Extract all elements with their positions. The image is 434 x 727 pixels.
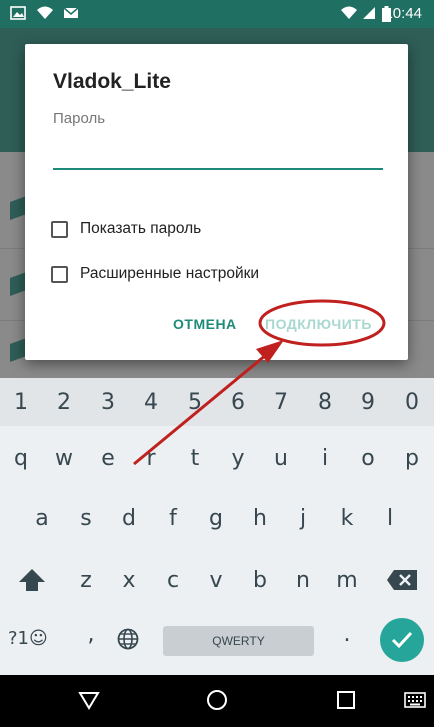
key-j[interactable]: j (288, 506, 318, 531)
done-key[interactable] (380, 618, 424, 662)
key-d[interactable]: d (114, 506, 144, 531)
show-password-label: Показать пароль (80, 220, 202, 237)
key-g[interactable]: g (201, 506, 231, 531)
back-icon[interactable] (78, 689, 100, 711)
checkmark-icon (391, 631, 413, 649)
key-4[interactable]: 4 (136, 390, 166, 415)
key-x[interactable]: x (114, 568, 144, 593)
key-r[interactable]: r (136, 446, 166, 471)
backspace-key-icon[interactable] (386, 569, 418, 591)
key-n[interactable]: n (288, 568, 318, 593)
password-label: Пароль (53, 110, 106, 127)
key-s[interactable]: s (71, 506, 101, 531)
mail-notification-icon (63, 7, 79, 18)
globe-key-icon[interactable] (117, 628, 139, 650)
show-password-checkbox-row[interactable]: Показать пароль (51, 217, 201, 241)
key-e[interactable]: e (93, 446, 123, 471)
advanced-settings-label: Расширенные настройки (80, 265, 260, 282)
key-k[interactable]: k (332, 506, 362, 531)
cell-signal-icon (363, 7, 375, 19)
status-time: 10:44 (384, 5, 422, 22)
image-notification-icon (10, 6, 26, 20)
number-row: 1 2 3 4 5 6 7 8 9 0 (0, 378, 434, 426)
key-6[interactable]: 6 (223, 390, 253, 415)
connect-button[interactable]: ПОДКЛЮЧИТЬ (265, 316, 372, 332)
key-f[interactable]: f (158, 506, 188, 531)
key-l[interactable]: l (375, 506, 405, 531)
key-3[interactable]: 3 (93, 390, 123, 415)
wifi-notification-icon (37, 6, 53, 19)
wifi-signal-icon (341, 6, 357, 19)
key-m[interactable]: m (332, 568, 362, 593)
key-1[interactable]: 1 (6, 390, 36, 415)
key-i[interactable]: i (310, 446, 340, 471)
key-w[interactable]: w (49, 446, 79, 471)
key-8[interactable]: 8 (310, 390, 340, 415)
key-2[interactable]: 2 (49, 390, 79, 415)
key-y[interactable]: y (223, 446, 253, 471)
comma-key[interactable]: , (76, 622, 106, 647)
soft-keyboard: 1 2 3 4 5 6 7 8 9 0 q w e r t y u i o p … (0, 378, 434, 675)
show-password-checkbox[interactable] (51, 220, 68, 238)
key-c[interactable]: c (158, 568, 188, 593)
key-v[interactable]: v (201, 568, 231, 593)
password-input[interactable] (53, 136, 383, 170)
key-0[interactable]: 0 (397, 390, 427, 415)
key-z[interactable]: z (71, 568, 101, 593)
status-bar: 10:44 (0, 0, 434, 28)
recents-icon[interactable] (335, 689, 357, 711)
key-h[interactable]: h (245, 506, 275, 531)
symbols-key[interactable]: ?1☺ (8, 628, 48, 649)
key-p[interactable]: p (397, 446, 427, 471)
key-t[interactable]: t (180, 446, 210, 471)
space-bar[interactable]: QWERTY (163, 626, 314, 656)
home-icon[interactable] (206, 689, 228, 711)
wifi-password-dialog: Vladok_Lite Пароль Показать пароль Расши… (25, 44, 408, 360)
key-a[interactable]: a (27, 506, 57, 531)
keyboard-switch-icon[interactable] (404, 692, 426, 708)
key-5[interactable]: 5 (180, 390, 210, 415)
key-q[interactable]: q (6, 446, 36, 471)
key-7[interactable]: 7 (266, 390, 296, 415)
shift-key-icon[interactable] (18, 568, 46, 592)
key-u[interactable]: u (266, 446, 296, 471)
period-key[interactable]: . (332, 622, 362, 647)
cancel-button[interactable]: ОТМЕНА (173, 316, 237, 332)
key-o[interactable]: o (353, 446, 383, 471)
advanced-settings-checkbox[interactable] (51, 265, 68, 283)
dialog-title: Vladok_Lite (53, 70, 171, 93)
key-b[interactable]: b (245, 568, 275, 593)
key-9[interactable]: 9 (353, 390, 383, 415)
navigation-bar (0, 675, 434, 727)
advanced-settings-checkbox-row[interactable]: Расширенные настройки (51, 262, 259, 286)
